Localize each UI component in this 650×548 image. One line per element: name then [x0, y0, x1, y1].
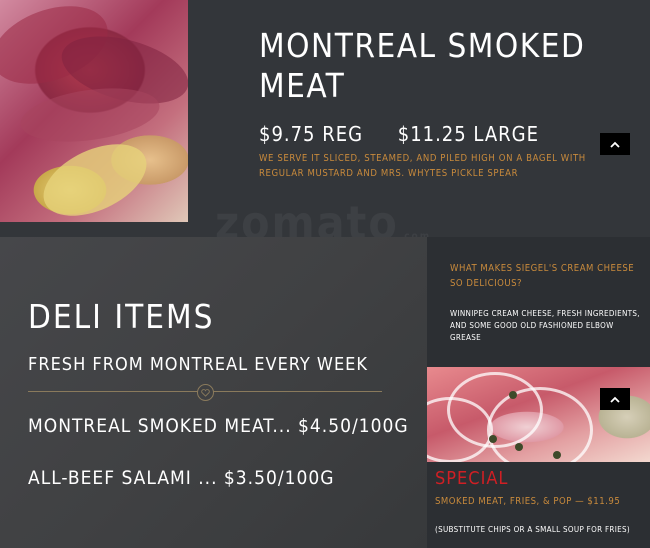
deli-items-section: DELI ITEMS FRESH FROM MONTREAL EVERY WEE…: [0, 237, 427, 548]
smoked-meat-section: MONTREAL SMOKED MEAT $9.75 REG $11.25 LA…: [0, 0, 650, 250]
panel-question: WHAT MAKES SIEGEL'S CREAM CHEESE SO DELI…: [450, 263, 635, 289]
chevron-up-icon: [610, 396, 620, 403]
deli-item: MONTREAL SMOKED MEAT... $4.50/100G: [28, 415, 409, 437]
item-title: MONTREAL SMOKED MEAT: [259, 26, 586, 105]
smoked-meat-photo: [0, 0, 188, 222]
deli-item: ALL-BEEF SALAMI ... $3.50/100G: [28, 467, 335, 489]
section-subtitle: FRESH FROM MONTREAL EVERY WEEK: [28, 354, 369, 375]
special-note: (SUBSTITUTE CHIPS OR A SMALL SOUP FOR FR…: [435, 525, 630, 534]
section-title: DELI ITEMS: [28, 297, 215, 336]
panel-answer: WINNIPEG CREAM CHEESE, FRESH INGREDIENTS…: [450, 309, 640, 342]
heart-icon: [197, 384, 214, 401]
scroll-up-button[interactable]: [600, 388, 630, 410]
cream-cheese-panel: WHAT MAKES SIEGEL'S CREAM CHEESE SO DELI…: [427, 237, 650, 367]
bagel-photo: [427, 367, 650, 462]
special-title: SPECIAL: [435, 468, 509, 489]
chevron-up-icon: [610, 141, 620, 148]
item-description: WE SERVE IT SLICED, STEAMED, AND PILED H…: [259, 153, 586, 179]
special-panel: SPECIAL SMOKED MEAT, FRIES, & POP — $11.…: [427, 462, 650, 548]
special-description: SMOKED MEAT, FRIES, & POP — $11.95: [435, 496, 621, 507]
price-regular: $9.75 REG: [259, 122, 364, 146]
scroll-up-button[interactable]: [600, 133, 630, 155]
price-large: $11.25 LARGE: [397, 122, 539, 146]
price-row: $9.75 REG $11.25 LARGE: [259, 122, 567, 146]
